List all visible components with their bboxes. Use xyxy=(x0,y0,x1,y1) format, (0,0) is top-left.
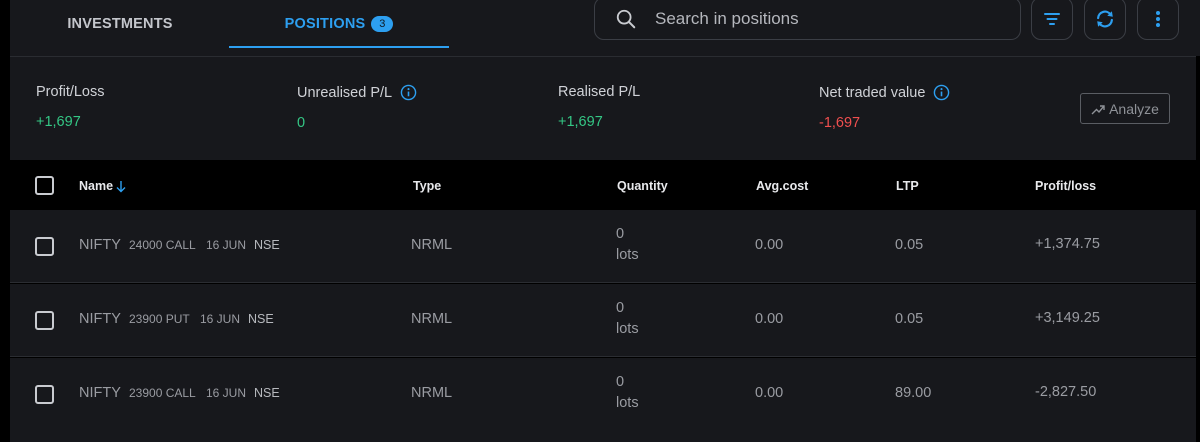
row-strike: 24000 CALL xyxy=(129,238,196,252)
row-exchange: NSE xyxy=(254,238,280,252)
search-icon xyxy=(616,9,636,28)
pnl-summary-panel: Profit/Loss +1,697 Unrealised P/L 0 Real… xyxy=(10,56,1196,160)
stat-profit-loss-label: Profit/Loss xyxy=(36,84,105,100)
stat-net-traded-label: Net traded value xyxy=(819,84,950,101)
row-expiry: 16 JUN xyxy=(206,238,247,252)
row-ltp: 0.05 xyxy=(895,311,924,327)
profit-loss-label-text: Profit/Loss xyxy=(36,84,105,100)
stat-realised: Realised P/L +1,697 xyxy=(558,84,640,130)
positions-count-badge: 3 xyxy=(371,16,394,32)
row-quantity-value: 0 xyxy=(616,300,625,316)
stat-unrealised: Unrealised P/L 0 xyxy=(297,84,417,131)
column-ltp-header[interactable]: LTP xyxy=(896,179,919,193)
net-traded-label-text: Net traded value xyxy=(819,84,926,101)
row-strike: 23900 PUT xyxy=(129,312,190,326)
more-options-button[interactable] xyxy=(1137,0,1179,40)
column-pnl-header[interactable]: Profit/loss xyxy=(1035,179,1096,193)
column-quantity-header[interactable]: Quantity xyxy=(617,179,668,193)
stat-net-traded-value: -1,697 xyxy=(819,115,861,131)
filter-button[interactable] xyxy=(1031,0,1073,40)
row-type: NRML xyxy=(411,385,453,401)
refresh-button[interactable] xyxy=(1084,0,1126,40)
table-row[interactable]: NIFTY 23900 PUT 16 JUN NSE NRML 0 lots 0… xyxy=(10,284,1196,357)
row-avg-cost: 0.00 xyxy=(755,237,784,253)
row-exchange: NSE xyxy=(248,312,274,326)
row-avg-cost: 0.00 xyxy=(755,311,784,327)
row-checkbox[interactable] xyxy=(35,237,54,256)
refresh-icon xyxy=(1097,10,1113,27)
info-icon[interactable] xyxy=(933,84,950,101)
row-symbol: NIFTY xyxy=(79,237,121,253)
row-pnl: +1,374.75 xyxy=(1035,236,1100,252)
active-tab-indicator xyxy=(229,46,449,48)
row-checkbox[interactable] xyxy=(35,385,54,404)
info-icon[interactable] xyxy=(400,84,417,101)
sort-arrow-down-icon xyxy=(116,180,126,192)
row-strike: 23900 CALL xyxy=(129,386,196,400)
stat-profit-loss: Profit/Loss +1,697 xyxy=(36,84,105,130)
row-quantity-value: 0 xyxy=(616,226,625,242)
row-ltp: 89.00 xyxy=(895,385,932,401)
table-row[interactable]: NIFTY 23900 CALL 16 JUN NSE NRML 0 lots … xyxy=(10,358,1196,442)
row-quantity: 0 lots xyxy=(616,298,639,340)
row-symbol: NIFTY xyxy=(79,385,121,401)
row-type: NRML xyxy=(411,237,453,253)
row-quantity: 0 lots xyxy=(616,224,639,266)
row-quantity-unit: lots xyxy=(616,395,639,411)
tab-investments-label: INVESTMENTS xyxy=(67,16,173,32)
row-ltp: 0.05 xyxy=(895,237,924,253)
row-expiry: 16 JUN xyxy=(200,312,241,326)
tab-positions-label: POSITIONS xyxy=(284,16,366,32)
tab-investments[interactable]: INVESTMENTS xyxy=(10,0,230,48)
stat-realised-value: +1,697 xyxy=(558,114,603,130)
row-pnl: -2,827.50 xyxy=(1035,384,1097,400)
row-quantity-value: 0 xyxy=(616,374,625,390)
search-box[interactable] xyxy=(594,0,1021,40)
trend-up-icon xyxy=(1091,104,1105,114)
stat-unrealised-value: 0 xyxy=(297,115,306,131)
tab-positions[interactable]: POSITIONS 3 xyxy=(229,0,449,48)
column-avg-cost-header[interactable]: Avg.cost xyxy=(756,179,808,193)
filter-icon xyxy=(1044,12,1060,25)
stat-profit-loss-value: +1,697 xyxy=(36,114,81,130)
realised-label-text: Realised P/L xyxy=(558,84,641,100)
row-quantity: 0 lots xyxy=(616,372,639,414)
top-bar: INVESTMENTS POSITIONS 3 xyxy=(0,0,1200,56)
row-quantity-unit: lots xyxy=(616,321,639,337)
more-vertical-icon xyxy=(1156,10,1160,27)
unrealised-label-text: Unrealised P/L xyxy=(297,84,393,101)
row-type: NRML xyxy=(411,311,453,327)
column-name-header[interactable]: Name xyxy=(79,179,127,193)
analyze-button[interactable]: Analyze xyxy=(1080,93,1170,124)
column-name-label: Name xyxy=(79,179,114,193)
row-checkbox[interactable] xyxy=(35,311,54,330)
search-input[interactable] xyxy=(655,8,1020,29)
table-row[interactable]: NIFTY 24000 CALL 16 JUN NSE NRML 0 lots … xyxy=(10,210,1196,283)
row-expiry: 16 JUN xyxy=(206,386,247,400)
column-type-header[interactable]: Type xyxy=(413,179,441,193)
stat-realised-label: Realised P/L xyxy=(558,84,640,100)
stat-net-traded: Net traded value -1,697 xyxy=(819,84,950,131)
analyze-label: Analyze xyxy=(1109,100,1159,117)
positions-table-header: Name Type Quantity Avg.cost LTP Profit/l… xyxy=(0,160,1200,210)
select-all-checkbox[interactable] xyxy=(35,176,54,195)
stat-unrealised-label: Unrealised P/L xyxy=(297,84,417,101)
row-avg-cost: 0.00 xyxy=(755,385,784,401)
row-quantity-unit: lots xyxy=(616,247,639,263)
row-pnl: +3,149.25 xyxy=(1035,310,1100,326)
left-edge xyxy=(0,0,10,56)
row-symbol: NIFTY xyxy=(79,311,121,327)
positions-screen: INVESTMENTS POSITIONS 3 Search in positi… xyxy=(0,0,1200,442)
row-exchange: NSE xyxy=(254,386,280,400)
